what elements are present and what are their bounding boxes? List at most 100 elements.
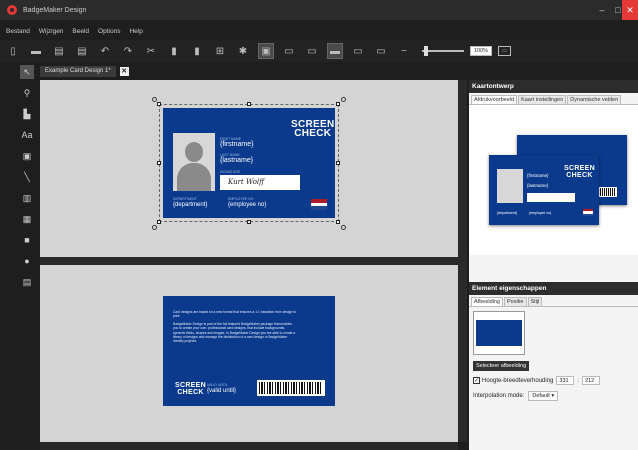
- cut-icon[interactable]: ✂: [144, 44, 158, 58]
- image-tool-icon[interactable]: ▙: [20, 107, 34, 121]
- ratio-width-input[interactable]: 331: [556, 376, 575, 385]
- interpolation-select[interactable]: Default ▾: [528, 391, 559, 401]
- tool-palette: ↖ ⚲ ▙ Aa ▣ ╲ ▥ ▦ ■ ● ▤: [16, 65, 38, 355]
- thumbnail-card-image: [476, 320, 522, 346]
- new-file-icon[interactable]: ▯: [6, 44, 20, 58]
- ellipse-tool-icon[interactable]: ●: [20, 254, 34, 268]
- menu-beeld[interactable]: Beeld: [72, 28, 89, 35]
- valid-until-field[interactable]: {valid until}: [207, 388, 236, 394]
- zoom-out-icon[interactable]: −: [397, 44, 411, 58]
- settings-gear-icon[interactable]: ✱: [236, 44, 250, 58]
- qr-tool-icon[interactable]: ▦: [20, 212, 34, 226]
- kaartontwerp-tabs: Afdrukvoorbeeld Kaart instellingen Dynam…: [469, 93, 638, 105]
- save-tool-icon[interactable]: ▤: [20, 275, 34, 289]
- menu-bar: Bestand Wijzigen Beeld Options Help: [0, 24, 152, 38]
- resize-handle-s[interactable]: [247, 220, 251, 224]
- element-properties-body: Selecteer afbeelding ✓ Hoogte-breedtever…: [469, 307, 638, 411]
- menu-options[interactable]: Options: [98, 28, 120, 35]
- back-horizontal-scrollbar[interactable]: [40, 442, 458, 450]
- barcode-image[interactable]: [257, 380, 325, 396]
- ratio-separator: :: [577, 377, 580, 384]
- tab-kaart-instellingen[interactable]: Kaart instellingen: [518, 95, 567, 104]
- preview-employee: {employee no}: [529, 211, 552, 215]
- rotate-handle-nw[interactable]: [152, 97, 157, 102]
- card-view-icon[interactable]: ▭: [305, 44, 319, 58]
- tab-example-card-design[interactable]: Example Card Design 1*: [40, 65, 116, 77]
- open-folder-icon[interactable]: ▬: [29, 44, 43, 58]
- badgemaker-logo-icon: [7, 5, 17, 15]
- canvas-vertical-scrollbar[interactable]: [458, 80, 467, 442]
- close-window-button[interactable]: ✕: [622, 0, 638, 20]
- resize-handle-n[interactable]: [247, 102, 251, 106]
- back-logo-line-bottom: CHECK: [177, 389, 204, 396]
- card-back-text[interactable]: Card designs are based on a new format t…: [173, 310, 298, 344]
- card-back[interactable]: Card designs are based on a new format t…: [163, 296, 335, 406]
- undo-icon[interactable]: ↶: [98, 44, 112, 58]
- menu-bestand[interactable]: Bestand: [6, 28, 30, 35]
- element-eigenschappen-header: Element eigenschappen: [469, 282, 638, 295]
- zoom-slider-thumb[interactable]: [424, 46, 428, 56]
- tab-positie[interactable]: Positie: [504, 297, 527, 306]
- preview-flag-blue: [583, 213, 593, 216]
- image-view-icon[interactable]: ▭: [351, 44, 365, 58]
- resize-handle-w[interactable]: [157, 161, 161, 165]
- preview-firstname: {firstname}: [527, 173, 549, 178]
- document-tabs: Example Card Design 1* ✕: [40, 65, 129, 77]
- copy-icon[interactable]: ▮: [167, 44, 181, 58]
- zoom-slider[interactable]: [422, 46, 464, 56]
- save-icon[interactable]: ▤: [52, 44, 66, 58]
- selection-outline: [159, 104, 339, 222]
- right-panel: Kaartontwerp Afdrukvoorbeeld Kaart inste…: [469, 80, 638, 450]
- tab-dynamische-velden[interactable]: Dynamische velden: [567, 95, 622, 104]
- resize-handle-nw[interactable]: [157, 102, 161, 106]
- back-paragraph-2: BadgeMaker Design is part of the full fe…: [173, 321, 296, 344]
- title-bar: BadgeMaker Design – □ ✕: [0, 0, 638, 20]
- resize-handle-se[interactable]: [336, 220, 340, 224]
- rotate-handle-ne[interactable]: [341, 97, 346, 102]
- close-tab-icon[interactable]: ✕: [119, 66, 129, 76]
- tab-afbeelding[interactable]: Afbeelding: [471, 297, 503, 306]
- back-screencheck-logo[interactable]: SCREEN CHECK: [175, 382, 206, 396]
- rectangle-tool-icon[interactable]: ■: [20, 233, 34, 247]
- main-toolbar: ▯ ▬ ▤ ▤ ↶ ↷ ✂ ▮ ▮ ⊞ ✱ ▣ ▭ ▭ ▬ ▭ ▭ − 100%…: [0, 40, 638, 62]
- front-view-icon[interactable]: ▣: [258, 43, 274, 59]
- menu-wijzigen[interactable]: Wijzigen: [39, 28, 64, 35]
- resize-handle-e[interactable]: [336, 161, 340, 165]
- select-pointer-icon[interactable]: ↖: [20, 65, 34, 79]
- blank-card-icon[interactable]: ▬: [327, 43, 343, 59]
- aspect-ratio-row: ✓ Hoogte-breedteverhouding 331 : 212: [473, 376, 634, 385]
- image-thumbnail: [473, 311, 525, 355]
- line-tool-icon[interactable]: ╲: [20, 170, 34, 184]
- fit-page-icon[interactable]: ▭: [498, 46, 512, 56]
- valid-until-label: VALID UNTIL: [207, 383, 228, 387]
- ratio-height-input[interactable]: 212: [582, 376, 601, 385]
- window-title: BadgeMaker Design: [23, 6, 87, 14]
- text-tool-icon[interactable]: Aa: [20, 128, 34, 142]
- interpolation-label: Interpolation mode:: [473, 393, 525, 399]
- save-as-icon[interactable]: ▤: [75, 44, 89, 58]
- resize-handle-sw[interactable]: [157, 220, 161, 224]
- rotate-handle-sw[interactable]: [152, 225, 157, 230]
- preview-logo-top: SCREEN: [564, 165, 595, 172]
- tab-stijl[interactable]: Stijl: [527, 297, 543, 306]
- tab-afdrukvoorbeeld[interactable]: Afdrukvoorbeeld: [471, 95, 518, 104]
- layout-view-icon[interactable]: ▭: [374, 44, 388, 58]
- zoom-value[interactable]: 100%: [470, 46, 493, 56]
- zoom-tool-icon[interactable]: ⚲: [20, 86, 34, 100]
- back-view-icon[interactable]: ▭: [282, 44, 296, 58]
- preview-lastname: {lastname}: [527, 183, 549, 188]
- photo-tool-icon[interactable]: ▣: [20, 149, 34, 163]
- redo-icon[interactable]: ↷: [121, 44, 135, 58]
- element-tabs: Afbeelding Positie Stijl: [469, 295, 638, 307]
- aspect-ratio-checkbox[interactable]: ✓: [473, 377, 480, 384]
- grid-icon[interactable]: ⊞: [213, 44, 227, 58]
- resize-handle-ne[interactable]: [336, 102, 340, 106]
- barcode-tool-icon[interactable]: ▥: [20, 191, 34, 205]
- front-horizontal-scrollbar[interactable]: [40, 257, 458, 265]
- print-preview: SCREEN CHECK {firstname} {lastname} {dep…: [469, 105, 638, 255]
- paste-icon[interactable]: ▮: [190, 44, 204, 58]
- preview-logo-bottom: CHECK: [566, 172, 593, 179]
- rotate-handle-se[interactable]: [341, 225, 346, 230]
- select-image-button[interactable]: Selecteer afbeelding: [473, 361, 530, 371]
- menu-help[interactable]: Help: [129, 28, 142, 35]
